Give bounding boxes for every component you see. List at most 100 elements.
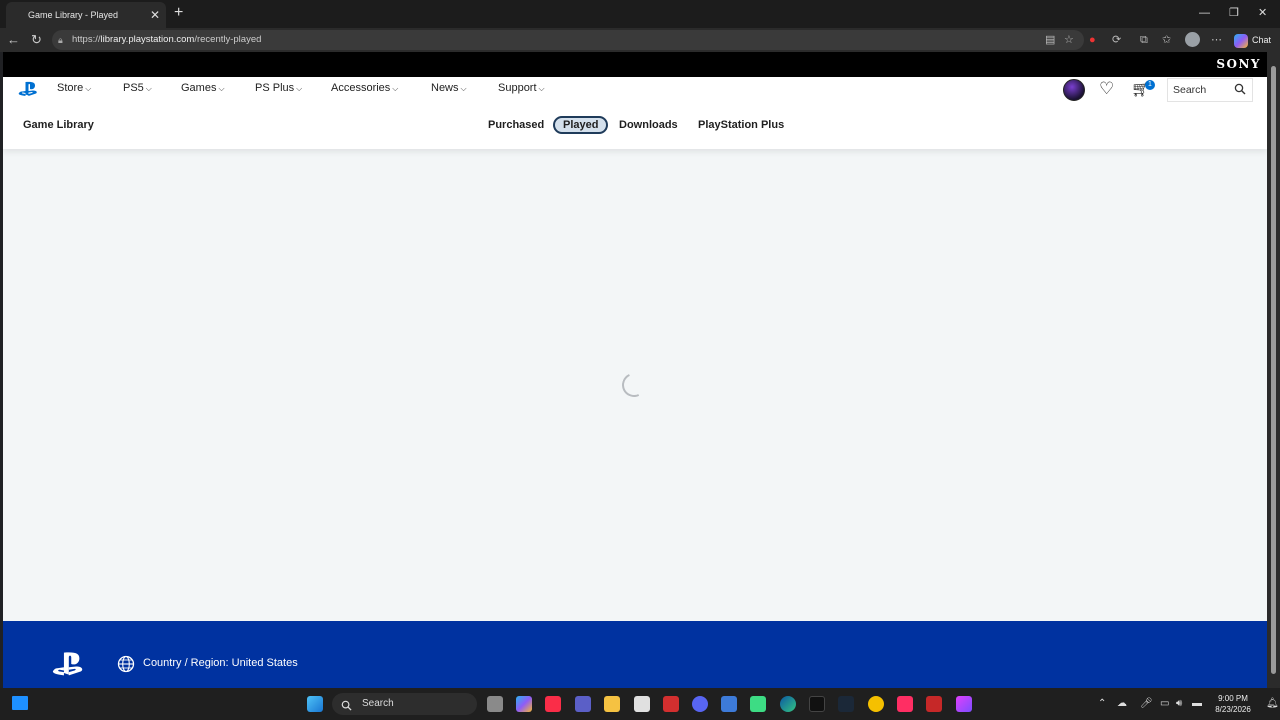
search-icon: [341, 698, 352, 720]
address-bar-row: ← ↻ 🔒︎ https://library.playstation.com/r…: [0, 28, 1280, 52]
new-tab-icon[interactable]: +: [174, 4, 183, 22]
nav-support[interactable]: Support ⌵: [498, 81, 545, 96]
start-windows-icon[interactable]: [307, 696, 323, 712]
store-icon[interactable]: [634, 696, 650, 712]
restore-icon[interactable]: ❐: [1229, 4, 1239, 22]
android-app-icon[interactable]: [750, 696, 766, 712]
taskbar-search-label: Search: [362, 698, 394, 709]
sony-logo[interactable]: SONY: [1216, 57, 1261, 71]
notification-bell-icon[interactable]: 🔔︎: [1266, 696, 1279, 712]
split-screen-icon[interactable]: ⧉: [1140, 31, 1148, 49]
l-app-icon[interactable]: [663, 696, 679, 712]
nav-news[interactable]: News ⌵: [431, 81, 467, 96]
nav-games[interactable]: Games ⌵: [181, 81, 225, 96]
reader-view-icon[interactable]: ▤: [1045, 31, 1055, 49]
tiktok-icon[interactable]: [897, 696, 913, 712]
clock-date: 8/23/2026: [1215, 705, 1251, 714]
nav-ps-plus-label: PS Plus: [255, 82, 295, 94]
browser-tab-bar: Game Library - Played ✕ + — ❐ ✕: [0, 0, 1280, 28]
nav-news-label: News: [431, 82, 459, 94]
favorites-icon[interactable]: ✩: [1162, 31, 1171, 49]
extension-icon[interactable]: ●: [1089, 31, 1096, 49]
music-app-icon[interactable]: [545, 696, 561, 712]
user-avatar[interactable]: [1063, 79, 1085, 101]
pen-app-icon[interactable]: [721, 696, 737, 712]
chat-label: Chat: [1252, 35, 1272, 45]
copilot-app-icon[interactable]: [516, 696, 532, 712]
site-search[interactable]: [1167, 78, 1253, 102]
task-view-icon[interactable]: [487, 696, 503, 712]
volume-icon[interactable]: 🔊︎: [1176, 696, 1182, 712]
media-app-icon[interactable]: [926, 696, 942, 712]
file-explorer-icon[interactable]: [604, 696, 620, 712]
terminal-app-icon[interactable]: [809, 696, 825, 712]
chevron-down-icon: ⌵: [85, 84, 92, 93]
chevron-down-icon: ⌵: [145, 84, 152, 93]
network-icon[interactable]: ▭: [1160, 696, 1169, 712]
cloud-icon[interactable]: ☁: [1117, 696, 1127, 712]
nav-store[interactable]: Store ⌵: [57, 81, 91, 96]
steam-icon[interactable]: [838, 696, 854, 712]
copilot-icon: [1234, 33, 1248, 48]
window-close-icon[interactable]: ✕: [1258, 4, 1267, 22]
site-search-input[interactable]: [1173, 82, 1231, 98]
teams-icon[interactable]: [575, 696, 591, 712]
battery-icon[interactable]: ▬: [1192, 696, 1202, 712]
taskbar-clock[interactable]: 9:00 PM 8/23/2026: [1208, 693, 1258, 715]
copilot-chat-button[interactable]: Chat: [1234, 32, 1271, 48]
tab-downloads[interactable]: Downloads: [619, 118, 678, 132]
game-library-title[interactable]: Game Library: [23, 119, 94, 131]
url-field[interactable]: 🔒︎ https://library.playstation.com/recen…: [52, 30, 1084, 50]
taskbar-search[interactable]: Search: [332, 693, 477, 715]
tab-played[interactable]: Played: [553, 116, 609, 134]
extensions-puzzle-icon[interactable]: ⟳: [1112, 31, 1121, 49]
chevron-down-icon: ⌵: [392, 84, 399, 93]
sony-header-bar: SONY: [3, 52, 1267, 77]
edge-icon[interactable]: [780, 696, 796, 712]
playstation-logo-icon[interactable]: [18, 81, 38, 102]
nav-games-label: Games: [181, 82, 217, 94]
browser-tab[interactable]: Game Library - Played ✕: [6, 2, 166, 28]
photos-app-icon[interactable]: [956, 696, 972, 712]
scrollbar-thumb[interactable]: [1271, 66, 1276, 674]
windows-taskbar: Search ⌃ ☁ 🎤︎ ▭ 🔊︎ ▬ 9:00 PM 8/23/2026 🔔…: [0, 688, 1280, 720]
site-info-icon[interactable]: 🔒︎: [58, 30, 63, 50]
minimize-icon[interactable]: —: [1199, 4, 1210, 22]
nav-ps5[interactable]: PS5 ⌵: [123, 81, 152, 96]
nav-accessories-label: Accessories: [331, 82, 391, 94]
chevron-down-icon: ⌵: [538, 84, 545, 93]
more-menu-icon[interactable]: ⋯: [1211, 31, 1222, 49]
wishlist-heart-icon[interactable]: ♡: [1099, 78, 1114, 100]
clock-time: 9:00 PM: [1218, 694, 1248, 703]
search-icon[interactable]: [1234, 82, 1246, 100]
discord-icon[interactable]: [692, 696, 708, 712]
url-host: library.playstation.com: [100, 34, 195, 45]
favorite-star-icon[interactable]: ☆: [1064, 31, 1074, 49]
microphone-icon[interactable]: 🎤︎: [1140, 696, 1153, 712]
chevron-down-icon: ⌵: [460, 84, 467, 93]
nav-store-label: Store: [57, 82, 84, 94]
tab-playstation-plus[interactable]: PlayStation Plus: [698, 118, 784, 132]
chevron-down-icon: ⌵: [296, 84, 303, 93]
loading-spinner: [618, 369, 650, 401]
widgets-icon[interactable]: [12, 696, 28, 710]
nav-ps5-label: PS5: [123, 82, 144, 94]
tray-chevron-up-icon[interactable]: ⌃: [1098, 696, 1106, 712]
browser-profile-avatar[interactable]: [1185, 32, 1200, 47]
playstation-footer-logo-icon[interactable]: [51, 651, 85, 682]
url-scheme: https://: [72, 34, 101, 45]
url-path: /recently-played: [194, 34, 262, 45]
close-tab-icon[interactable]: ✕: [150, 2, 160, 28]
nav-accessories[interactable]: Accessories ⌵: [331, 81, 398, 96]
back-icon[interactable]: ←: [7, 31, 20, 49]
globe-icon[interactable]: [117, 655, 135, 678]
tool-app-icon[interactable]: [868, 696, 884, 712]
nav-ps-plus[interactable]: PS Plus ⌵: [255, 81, 302, 96]
chevron-down-icon: ⌵: [218, 84, 225, 93]
tab-purchased[interactable]: Purchased: [488, 118, 544, 132]
cart-count-badge: 1: [1145, 80, 1155, 90]
refresh-icon[interactable]: ↻: [31, 31, 42, 49]
region-selector[interactable]: Country / Region: United States: [143, 657, 298, 669]
page-scrollbar[interactable]: [1267, 52, 1280, 688]
tab-title: Game Library - Played: [28, 10, 119, 20]
